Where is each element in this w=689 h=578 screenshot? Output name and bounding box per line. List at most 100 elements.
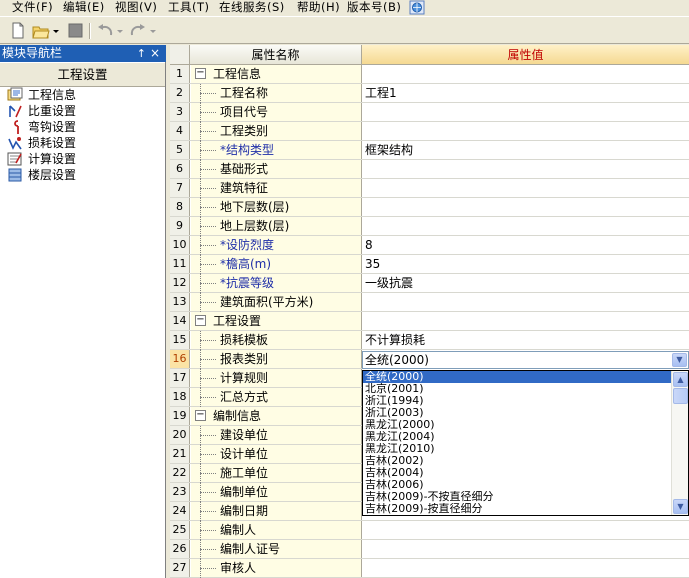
row-number[interactable]: 25 xyxy=(170,521,190,539)
property-value-cell[interactable] xyxy=(363,198,689,216)
property-name-cell[interactable]: 审核人 xyxy=(191,559,362,578)
row-number[interactable]: 13 xyxy=(170,293,190,311)
menu-view[interactable]: 视图(V) xyxy=(115,0,157,16)
redo-icon[interactable] xyxy=(129,22,147,40)
table-row[interactable]: 13 建筑面积(平方米) xyxy=(170,293,689,312)
property-value-cell[interactable] xyxy=(363,122,689,140)
property-value-cell[interactable] xyxy=(363,179,689,197)
nav-item-weight[interactable]: 比重设置 xyxy=(0,103,165,119)
property-name-cell[interactable]: 地上层数(层) xyxy=(191,217,362,236)
property-name-cell[interactable]: − 工程设置 xyxy=(191,312,362,330)
table-row[interactable]: 9 地上层数(层) xyxy=(170,217,689,236)
property-value-cell[interactable]: 35 xyxy=(363,255,689,273)
property-value-cell[interactable] xyxy=(363,540,689,558)
row-number[interactable]: 5 xyxy=(170,141,190,159)
dropdown-option[interactable]: 北京(2001) xyxy=(363,383,672,395)
scroll-up-icon[interactable]: ▲ xyxy=(673,372,688,387)
dropdown-option[interactable]: 黑龙江(2004) xyxy=(363,431,672,443)
nav-item-loss[interactable]: 损耗设置 xyxy=(0,135,165,151)
property-name-cell[interactable]: *抗震等级 xyxy=(191,274,362,293)
row-number[interactable]: 27 xyxy=(170,559,190,577)
redo-dropdown-icon[interactable] xyxy=(149,22,157,40)
property-value-cell[interactable]: 框架结构 xyxy=(363,141,689,159)
dropdown-option[interactable]: 吉林(2009)-按直径细分 xyxy=(363,503,672,515)
table-row[interactable]: 15 损耗模板 不计算损耗 xyxy=(170,331,689,350)
table-row[interactable]: 10 *设防烈度 8 xyxy=(170,236,689,255)
dropdown-option[interactable]: 全统(2000) xyxy=(363,371,672,383)
dropdown-option[interactable]: 黑龙江(2000) xyxy=(363,419,672,431)
property-value-cell[interactable] xyxy=(363,103,689,121)
pin-icon[interactable]: ↑ xyxy=(137,45,146,62)
row-number[interactable]: 4 xyxy=(170,122,190,140)
menu-edit[interactable]: 编辑(E) xyxy=(63,0,105,16)
menu-file[interactable]: 文件(F) xyxy=(12,0,53,16)
table-row[interactable]: 7 建筑特征 xyxy=(170,179,689,198)
collapse-icon[interactable]: − xyxy=(195,315,206,326)
row-number[interactable]: 18 xyxy=(170,388,190,406)
nav-section-header[interactable]: 工程设置 xyxy=(0,62,165,87)
table-row[interactable]: 8 地下层数(层) xyxy=(170,198,689,217)
property-name-cell[interactable]: 设计单位 xyxy=(191,445,362,464)
dropdown-option[interactable]: 黑龙江(2010) xyxy=(363,443,672,455)
row-number[interactable]: 26 xyxy=(170,540,190,558)
row-number[interactable]: 23 xyxy=(170,483,190,501)
table-row[interactable]: 12 *抗震等级 一级抗震 xyxy=(170,274,689,293)
property-name-cell[interactable]: *结构类型 xyxy=(191,141,362,160)
property-value-cell[interactable] xyxy=(363,312,689,330)
property-name-cell[interactable]: 施工单位 xyxy=(191,464,362,483)
property-value-cell[interactable]: 一级抗震 xyxy=(363,274,689,292)
collapse-icon[interactable]: − xyxy=(195,68,206,79)
row-number[interactable]: 22 xyxy=(170,464,190,482)
property-name-cell[interactable]: 编制人 xyxy=(191,521,362,540)
table-row[interactable]: 26 编制人证号 xyxy=(170,540,689,559)
property-value-cell[interactable] xyxy=(363,65,689,83)
property-name-cell[interactable]: *设防烈度 xyxy=(191,236,362,255)
row-number[interactable]: 6 xyxy=(170,160,190,178)
property-value-cell[interactable] xyxy=(363,217,689,235)
open-folder-icon[interactable] xyxy=(32,22,50,40)
property-name-cell[interactable]: 工程名称 xyxy=(191,84,362,103)
dropdown-option[interactable]: 吉林(2006) xyxy=(363,479,672,491)
combo-value[interactable]: 全统(2000) xyxy=(365,352,429,368)
chevron-down-icon[interactable]: ▼ xyxy=(672,353,687,367)
dropdown-option[interactable]: 吉林(2004) xyxy=(363,467,672,479)
undo-dropdown-icon[interactable] xyxy=(116,22,124,40)
row-number[interactable]: 16 xyxy=(170,350,190,368)
table-row[interactable]: 25 编制人 xyxy=(170,521,689,540)
scroll-thumb[interactable] xyxy=(673,388,688,404)
table-row[interactable]: 5 *结构类型 框架结构 xyxy=(170,141,689,160)
property-value-cell[interactable] xyxy=(363,293,689,311)
row-number[interactable]: 11 xyxy=(170,255,190,273)
row-number[interactable]: 2 xyxy=(170,84,190,102)
menu-version[interactable]: 版本号(B) xyxy=(347,0,401,16)
nav-item-calc[interactable]: 计算设置 xyxy=(0,151,165,167)
dropdown-option[interactable]: 吉林(2009)-不按直径细分 xyxy=(363,491,672,503)
property-name-cell[interactable]: 报表类别 xyxy=(191,350,362,369)
property-name-cell[interactable]: 建筑特征 xyxy=(191,179,362,198)
row-number[interactable]: 3 xyxy=(170,103,190,121)
row-number[interactable]: 12 xyxy=(170,274,190,292)
property-name-cell[interactable]: 工程类别 xyxy=(191,122,362,141)
table-row[interactable]: 11 *檐高(m) 35 xyxy=(170,255,689,274)
row-number[interactable]: 19 xyxy=(170,407,190,425)
open-dropdown-icon[interactable] xyxy=(52,22,60,40)
dropdown-scrollbar[interactable]: ▲ ▼ xyxy=(671,371,688,515)
row-number[interactable]: 14 xyxy=(170,312,190,330)
row-number[interactable]: 1 xyxy=(170,65,190,83)
menu-tools[interactable]: 工具(T) xyxy=(168,0,210,16)
nav-item-hook[interactable]: 弯钩设置 xyxy=(0,119,165,135)
table-row[interactable]: 27 审核人 xyxy=(170,559,689,578)
table-row[interactable]: 1− 工程信息 xyxy=(170,65,689,84)
property-name-cell[interactable]: 汇总方式 xyxy=(191,388,362,407)
property-name-cell[interactable]: 建筑面积(平方米) xyxy=(191,293,362,312)
property-name-cell[interactable]: 基础形式 xyxy=(191,160,362,179)
column-header-name[interactable]: 属性名称 xyxy=(190,45,362,65)
dropdown-option[interactable]: 浙江(2003) xyxy=(363,407,672,419)
table-row[interactable]: 6 基础形式 xyxy=(170,160,689,179)
property-name-cell[interactable]: 建设单位 xyxy=(191,426,362,445)
new-file-icon[interactable] xyxy=(10,22,26,40)
collapse-icon[interactable]: − xyxy=(195,410,206,421)
property-name-cell[interactable]: 计算规则 xyxy=(191,369,362,388)
save-icon[interactable] xyxy=(67,22,83,40)
row-number[interactable]: 21 xyxy=(170,445,190,463)
